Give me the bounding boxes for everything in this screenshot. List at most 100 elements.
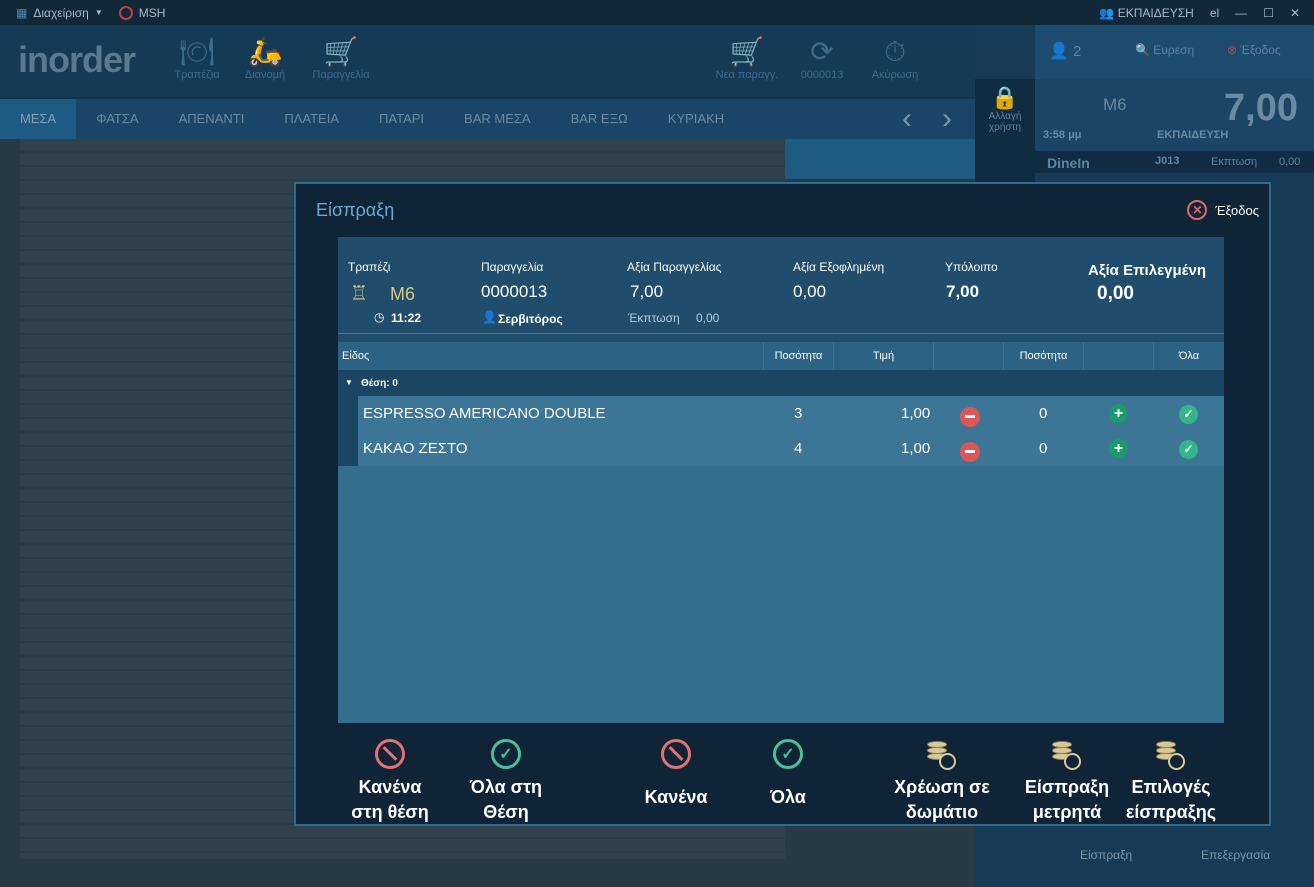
guests-icon: 👤 [1049,43,1069,60]
item-name: ΚΑΚΑΟ ΖΕΣΤΟ [363,440,468,457]
tab-bar-mesa[interactable]: BAR ΜΕΣΑ [444,99,551,139]
scooter-icon: 🛵 [247,36,283,67]
grid-icon[interactable]: ▦ [16,6,27,20]
sidebar-table: M6 [1103,95,1127,114]
payment-options-button[interactable]: Επιλογές είσπραξης [1116,739,1226,825]
tab-kyriaki[interactable]: ΚΥΡΙΑΚΗ [648,99,744,139]
sidebar-order-suffix: J013 [1155,155,1180,167]
sidebar-order-info: M6 7,00 3:58 μμ ΕΚΠΑΙΔΕΥΣΗ [1035,79,1314,151]
tab-mesa[interactable]: ΜΕΣΑ [0,99,77,139]
dialog-exit-button[interactable]: ✕ Έξοδος [1187,200,1259,220]
sidebar-exit-button[interactable]: ⊗ Έξοδος [1227,43,1281,57]
table-row[interactable]: ΚΑΚΑΟ ΖΕΣΤΟ 4 1,00 0 + ✓ [358,431,1224,466]
sidebar-discount: 0,00 [1279,156,1301,168]
col-all: Όλα [1178,350,1200,362]
lock-button[interactable]: 🔒 Αλλαγή χρήστη [985,85,1025,133]
block-icon [661,739,691,769]
tab-plateia[interactable]: ΠΛΑΤΕΙΑ [264,99,359,139]
next-arrow-icon[interactable]: › [942,102,952,136]
check-icon: ✓ [1179,440,1198,459]
prev-arrow-icon[interactable]: ‹ [902,102,912,136]
delivery-tool[interactable]: 🛵 Διανομή [230,35,300,81]
tab-fatsa[interactable]: ΦΑΤΣΑ [76,99,158,139]
search-button[interactable]: 🔍 Ευρεση [1135,43,1194,57]
sidebar-user: ΕΚΠΑΙΔΕΥΣΗ [1157,129,1229,141]
minus-icon [960,441,980,462]
payment-panel: Τραπέζι ♖ M6 ◷ 11:22 Παραγγελία 0000013 … [338,237,1224,723]
group-stripe [338,396,358,466]
coins-icon [1154,739,1188,773]
coins-icon [925,739,959,773]
tab-patari[interactable]: ΠΑΤΑΡΙ [359,99,444,139]
timer-icon: ⏱ [884,36,906,67]
table-row[interactable]: ESPRESSO AMERICANO DOUBLE 3 1,00 0 + ✓ [358,396,1224,431]
all-button[interactable]: ✓ Όλα [738,739,838,810]
all-in-seat-button[interactable]: ✓ Όλα στη Θέση [454,739,558,825]
tab-bar-exo[interactable]: BAR ΕΞΩ [551,99,648,139]
col-qty: Ποσότητα [764,342,834,370]
item-price: 1,00 [901,440,931,457]
top-bar: ▦ Διαχείριση ▼ MSH 👥 ΕΚΠΑΙΔΕΥΣΗ el — ☐ ✕ [0,0,1314,25]
minimize-button[interactable]: — [1235,6,1247,20]
order-summary: Τραπέζι ♖ M6 ◷ 11:22 Παραγγελία 0000013 … [338,237,1224,333]
sidebar-mode-row: DineIn J013 Εκπτωση 0,00 [1035,151,1314,173]
new-order-tool[interactable]: 🛒 Νεα παραγγ. [712,35,782,81]
decrease-button[interactable] [960,396,980,431]
plate-icon: 🍽 [179,36,215,67]
selected-qty: 0 [1039,405,1048,422]
selected-qty: 0 [1039,440,1048,457]
chair-icon: ♖ [350,283,368,305]
increase-button[interactable]: + [1109,396,1128,431]
close-window-button[interactable]: ✕ [1290,6,1300,20]
decrease-button[interactable] [960,431,980,466]
tables-tool[interactable]: 🍽 Τραπέζια [162,35,232,81]
paid-label: Αξία Εξοφλημένη [793,260,885,274]
users-icon: 👥 [1099,5,1115,20]
sidebar-mode: DineIn [1047,155,1090,171]
charge-room-button[interactable]: Χρέωση σε δωμάτιο [882,739,1002,825]
none-in-seat-button[interactable]: Κανένα στη θέση [338,739,442,825]
seat-group-row[interactable]: ▼ Θέση: 0 [338,370,1224,396]
language-selector[interactable]: el [1210,6,1219,20]
chevron-down-icon: ▼ [94,8,103,17]
remaining-value: 7,00 [946,282,980,301]
check-circle-icon: ✓ [491,739,521,769]
cancel-tool[interactable]: ⏱ Ακύρωση [860,35,930,81]
pay-sidebar-button[interactable]: Είσπραξη [1080,848,1132,862]
select-all-row-button[interactable]: ✓ [1179,396,1198,431]
item-price: 1,00 [901,405,931,422]
plus-icon: + [1109,439,1128,458]
sidebar-total: 7,00 [1224,87,1298,129]
discount-label: Έκπτωση [628,311,680,325]
order-code-tool[interactable]: ⟳ 0000013 [787,35,857,81]
order-amount-label: Αξία Παραγγελίας [627,260,722,274]
minus-icon [960,406,980,427]
select-all-row-button[interactable]: ✓ [1179,431,1198,466]
check-circle-icon: ✓ [773,739,803,769]
edit-sidebar-button[interactable]: Επεξεργασία [1201,848,1270,862]
cart-plus-icon: 🛒 [729,36,765,67]
maximize-button[interactable]: ☐ [1263,6,1274,20]
person-icon: 👤 [482,310,497,324]
orders-tool[interactable]: 🛒 Παραγγελία [306,35,376,81]
increase-button[interactable]: + [1109,431,1128,466]
sidebar-header: 👤 2 🔍 Ευρεση ⊗ Έξοδος [1035,25,1314,79]
tab-apenanti[interactable]: ΑΠΕΝΑΝΤΙ [159,99,265,139]
cash-payment-button[interactable]: Είσπραξη μετρητά [1012,739,1122,825]
selected-label: Αξία Επιλεγμένη [1088,262,1206,279]
col-plus [1084,342,1154,370]
waiter-name: Σερβιτόρος [498,312,563,326]
user-menu[interactable]: 👥 ΕΚΠΑΙΔΕΥΣΗ [1099,6,1193,20]
item-qty: 4 [794,440,803,457]
coins-icon [1050,739,1084,773]
col-price: Τιμή [834,342,934,370]
sidebar-time: 3:58 μμ [1043,129,1082,141]
summary-divider [338,333,1224,342]
admin-menu[interactable]: Διαχείριση [33,6,89,20]
brand-row: inorder 🍽 Τραπέζια 🛵 Διανομή 🛒 Παραγγελία 🛒… [0,25,975,97]
item-name: ESPRESSO AMERICANO DOUBLE [363,405,606,422]
guests-count: 2 [1073,43,1082,60]
none-button[interactable]: Κανένα [626,739,726,810]
sidebar-bottom-bar: Είσπραξη Επεξεργασία [975,820,1314,887]
order-label: Παραγγελία [481,260,544,274]
